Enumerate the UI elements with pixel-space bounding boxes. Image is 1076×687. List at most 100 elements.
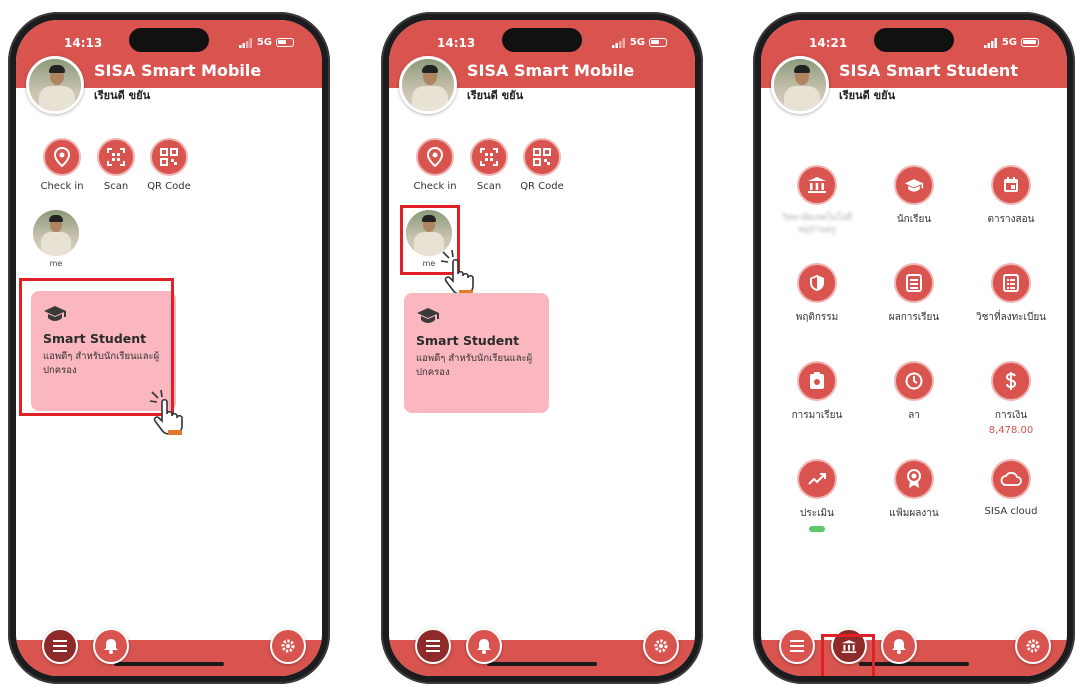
phone-screen-3: 14:21 5G SISA Smart Student เรียนดี ขยัน…	[753, 12, 1075, 684]
home-indicator	[114, 662, 224, 666]
menu-item-student[interactable]: นักเรียน	[864, 165, 964, 227]
menu-label: แฟ้มผลงาน	[889, 508, 939, 519]
notification-button[interactable]	[881, 628, 917, 664]
quick-label: QR Code	[147, 181, 191, 192]
menu-item-evaluation[interactable]: ประเมิน	[767, 459, 867, 532]
list-icon	[906, 274, 922, 292]
notification-button[interactable]	[93, 628, 129, 664]
menu-item-timetable[interactable]: ตารางสอน	[961, 165, 1061, 227]
menu-label: ประเมิน	[800, 508, 834, 519]
highlight-box	[821, 634, 875, 676]
location-pin-icon	[53, 147, 71, 167]
bell-icon	[892, 639, 906, 654]
menu-label: การเงิน	[994, 410, 1028, 421]
status-time: 14:13	[64, 36, 103, 50]
home-indicator	[487, 662, 597, 666]
signal-icon	[238, 37, 252, 48]
quick-scan[interactable]: Scan	[88, 138, 144, 192]
quick-scan[interactable]: Scan	[461, 138, 517, 192]
battery-icon	[649, 38, 667, 47]
finance-balance: 8,478.00	[988, 425, 1034, 436]
quick-check-in[interactable]: Check in	[34, 138, 90, 192]
smart-student-card[interactable]: Smart Student แอพดีๆ สำหรับนักเรียนและผู…	[404, 293, 549, 413]
avatar	[33, 210, 79, 256]
tap-hand-icon	[149, 389, 183, 435]
quick-qr-code[interactable]: QR Code	[141, 138, 197, 192]
me-shortcut[interactable]: me	[33, 210, 79, 268]
register-list-icon	[1003, 274, 1019, 292]
settings-button[interactable]	[1015, 628, 1051, 664]
quick-label: Scan	[476, 181, 502, 192]
card-subtitle: แอพดีๆ สำหรับนักเรียนและผู้ปกครอง	[416, 353, 533, 378]
menu-label: พฤติกรรม	[795, 312, 839, 323]
screen: 14:13 5G SISA Smart Mobile เรียนดี ขยัน …	[389, 20, 695, 676]
signal-icon	[983, 37, 997, 48]
menu-item-portfolio[interactable]: แฟ้มผลงาน	[864, 459, 964, 521]
avatar[interactable]	[399, 56, 457, 114]
scan-icon	[107, 148, 125, 166]
user-name: เรียนดี ขยัน	[467, 89, 524, 102]
menu-label: วิชาที่ลงทะเบียน	[975, 312, 1047, 323]
bell-icon	[104, 639, 118, 654]
status-time: 14:21	[809, 36, 848, 50]
menu-item-sisa-cloud[interactable]: SISA cloud	[961, 459, 1061, 517]
avatar[interactable]	[771, 56, 829, 114]
shield-icon	[810, 275, 824, 291]
gear-icon	[654, 639, 668, 653]
menu-button[interactable]	[779, 628, 815, 664]
calendar-icon	[1004, 177, 1018, 192]
scan-icon	[480, 148, 498, 166]
settings-button[interactable]	[643, 628, 679, 664]
hamburger-icon	[53, 640, 67, 652]
qr-code-icon	[533, 148, 551, 166]
status-icons: 5G	[238, 37, 294, 48]
notification-button[interactable]	[466, 628, 502, 664]
screen: 14:21 5G SISA Smart Student เรียนดี ขยัน…	[761, 20, 1067, 676]
menu-item-grades[interactable]: ผลการเรียน	[864, 263, 964, 325]
award-icon	[907, 469, 921, 488]
location-pin-icon	[426, 147, 444, 167]
menu-item-behavior[interactable]: พฤติกรรม	[767, 263, 867, 325]
me-label: me	[49, 259, 63, 268]
evaluation-status-badge	[809, 526, 825, 532]
menu-label: นักเรียน	[896, 214, 932, 225]
battery-icon	[276, 38, 294, 47]
menu-button[interactable]	[42, 628, 78, 664]
menu-item-registered-subjects[interactable]: วิชาที่ลงทะเบียน	[961, 263, 1061, 325]
quick-check-in[interactable]: Check in	[407, 138, 463, 192]
hamburger-icon	[426, 640, 440, 652]
gear-icon	[281, 639, 295, 653]
menu-item-leave[interactable]: ลา	[864, 361, 964, 423]
phone-screen-1: 14:13 5G SISA Smart Mobile เรียนดี ขยัน …	[8, 12, 330, 684]
menu-label: SISA cloud	[984, 506, 1038, 517]
settings-button[interactable]	[270, 628, 306, 664]
menu-label: ลา	[908, 410, 920, 421]
app-title: SISA Smart Student	[839, 61, 1018, 80]
user-name: เรียนดี ขยัน	[839, 89, 896, 102]
menu-button[interactable]	[415, 628, 451, 664]
dynamic-island	[129, 28, 209, 52]
dollar-icon	[1005, 372, 1017, 390]
trend-icon	[808, 473, 826, 485]
menu-item-finance[interactable]: การเงิน 8,478.00	[961, 361, 1061, 436]
app-title: SISA Smart Mobile	[467, 61, 635, 80]
card-title: Smart Student	[416, 333, 520, 348]
menu-label: ตารางสอน	[987, 214, 1035, 225]
gear-icon	[1026, 639, 1040, 653]
menu-item-college[interactable]: วิทยาลัยเทคโนโลยีหมู่บ้านครู	[767, 165, 867, 236]
user-name: เรียนดี ขยัน	[94, 89, 151, 102]
quick-label: QR Code	[520, 181, 564, 192]
bank-icon	[808, 177, 826, 193]
quick-label: Check in	[40, 181, 84, 192]
network-label: 5G	[629, 37, 645, 48]
avatar[interactable]	[26, 56, 84, 114]
status-time: 14:13	[437, 36, 476, 50]
menu-label: วิทยาลัยเทคโนโลยีหมู่บ้านครู	[782, 213, 852, 235]
menu-item-attendance[interactable]: การมาเรียน	[767, 361, 867, 423]
screen: 14:13 5G SISA Smart Mobile เรียนดี ขยัน …	[16, 20, 322, 676]
battery-icon	[1021, 38, 1039, 47]
quick-qr-code[interactable]: QR Code	[514, 138, 570, 192]
quick-label: Scan	[103, 181, 129, 192]
attendance-icon	[810, 372, 824, 389]
menu-label: ผลการเรียน	[888, 312, 940, 323]
